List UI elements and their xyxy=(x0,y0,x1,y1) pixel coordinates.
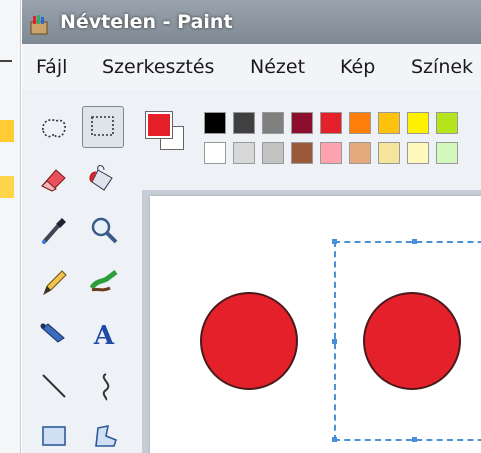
palette-color-swatch[interactable] xyxy=(233,142,255,164)
paint-app-icon[interactable] xyxy=(28,13,50,35)
eraser-tool[interactable] xyxy=(34,158,74,198)
selection-handle[interactable] xyxy=(412,239,417,244)
free-select-icon xyxy=(42,119,66,138)
palette-color-swatch[interactable] xyxy=(262,142,284,164)
rect-select-icon xyxy=(91,116,114,136)
text-tool-glyph: A xyxy=(93,321,115,351)
current-colors[interactable] xyxy=(145,111,186,162)
canvas-workspace xyxy=(142,190,481,453)
drawing-canvas[interactable] xyxy=(150,196,481,453)
line-icon xyxy=(42,374,66,398)
airbrush-tool[interactable] xyxy=(34,314,74,354)
palette-color-swatch[interactable] xyxy=(291,142,313,164)
selection-handle[interactable] xyxy=(332,239,337,244)
rectangle-icon xyxy=(42,426,66,446)
palette-color-swatch[interactable] xyxy=(233,112,255,134)
magnifier-icon xyxy=(91,217,118,244)
free-select-tool[interactable] xyxy=(34,108,74,148)
palette-color-swatch[interactable] xyxy=(436,112,458,134)
window-title: Névtelen - Paint xyxy=(60,11,233,33)
background-window-fragment xyxy=(0,176,14,198)
rectangle-tool[interactable] xyxy=(34,416,74,453)
palette-color-swatch[interactable] xyxy=(349,112,371,134)
text-icon: A xyxy=(93,321,115,351)
palette-color-swatch[interactable] xyxy=(407,112,429,134)
brush-tool[interactable] xyxy=(84,262,124,302)
color-picker-tool[interactable] xyxy=(34,210,74,250)
title-bar[interactable]: Névtelen - Paint xyxy=(22,0,481,44)
background-window-strip xyxy=(0,0,21,453)
background-window-fragment xyxy=(0,120,14,142)
text-tool[interactable]: A xyxy=(84,314,124,354)
palette-color-swatch[interactable] xyxy=(204,112,226,134)
pencil-icon xyxy=(43,270,67,296)
menu-image[interactable]: Kép xyxy=(340,56,375,78)
airbrush-icon xyxy=(40,323,65,343)
line-tool[interactable] xyxy=(34,366,74,406)
curve-icon xyxy=(102,373,110,401)
menu-file[interactable]: Fájl xyxy=(36,56,67,78)
paint-window: Névtelen - Paint Fájl Szerkesztés Nézet … xyxy=(22,0,481,453)
menu-edit[interactable]: Szerkesztés xyxy=(102,56,214,78)
selection-handle[interactable] xyxy=(412,437,417,442)
magnifier-tool[interactable] xyxy=(84,210,124,250)
foreground-color-swatch[interactable] xyxy=(145,111,173,139)
fill-bucket-icon xyxy=(89,165,113,191)
palette-color-swatch[interactable] xyxy=(378,142,400,164)
fill-tool[interactable] xyxy=(84,158,124,198)
brush-icon xyxy=(89,270,118,292)
background-window-fragment xyxy=(0,60,12,62)
palette-color-swatch[interactable] xyxy=(262,112,284,134)
palette-color-swatch[interactable] xyxy=(349,142,371,164)
palette-color-swatch[interactable] xyxy=(291,112,313,134)
palette-color-swatch[interactable] xyxy=(407,142,429,164)
selection-handle[interactable] xyxy=(332,339,337,344)
palette-color-swatch[interactable] xyxy=(320,112,342,134)
curve-tool[interactable] xyxy=(84,366,124,406)
palette-color-swatch[interactable] xyxy=(320,142,342,164)
palette-color-swatch[interactable] xyxy=(436,142,458,164)
palette-color-swatch[interactable] xyxy=(204,142,226,164)
palette-color-swatch[interactable] xyxy=(378,112,400,134)
eraser-icon xyxy=(41,169,66,192)
polygon-icon xyxy=(95,424,117,447)
eyedropper-icon xyxy=(42,218,66,244)
menu-bar: Fájl Szerkesztés Nézet Kép Színek xyxy=(22,44,481,91)
menu-colors[interactable]: Színek xyxy=(411,56,473,78)
color-palette-area xyxy=(142,90,481,190)
canvas-circle-1[interactable] xyxy=(200,292,298,390)
rect-select-tool[interactable] xyxy=(82,106,124,148)
polygon-tool[interactable] xyxy=(84,416,124,453)
selection-handle[interactable] xyxy=(332,437,337,442)
selection-rectangle[interactable] xyxy=(332,239,481,442)
toolbox: A xyxy=(22,90,142,453)
pencil-tool[interactable] xyxy=(34,262,74,302)
menu-view[interactable]: Nézet xyxy=(250,56,305,78)
